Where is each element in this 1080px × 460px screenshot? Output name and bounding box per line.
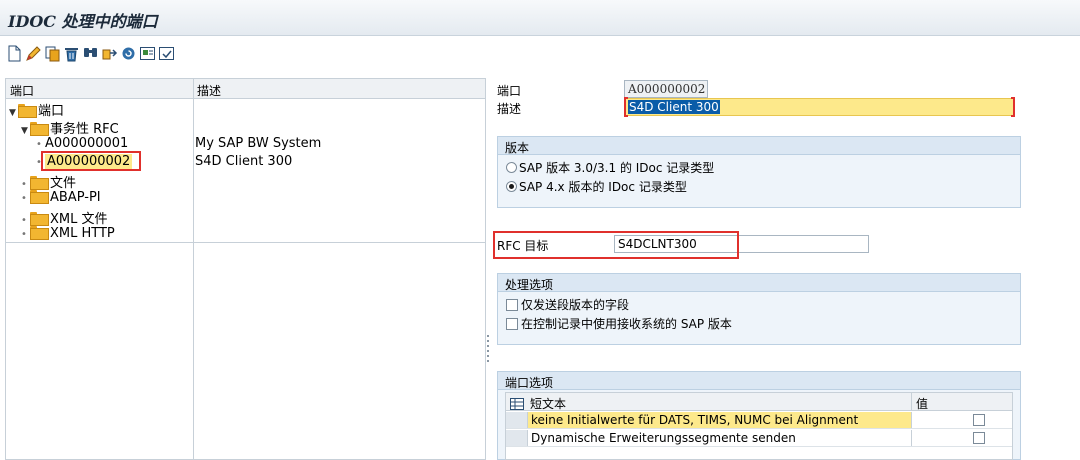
tree-node-ports-root[interactable]: ▼ 端口 — [9, 100, 64, 119]
checkbox-segment-version[interactable] — [506, 299, 518, 311]
row-short-text: Dynamische Erweiterungssegmente senden — [531, 431, 796, 445]
checkbox-receiver-version[interactable] — [506, 318, 518, 330]
tree-node-port-a000000001[interactable]: • A000000001 My SAP BW System — [36, 136, 486, 154]
tree-node-xml-file[interactable]: • XML 文件 — [21, 208, 108, 227]
leaf-bullet-icon: • — [21, 193, 27, 204]
select-all-icon[interactable] — [510, 398, 524, 410]
version-group-header: 版本 — [498, 137, 1020, 155]
folder-icon — [30, 212, 49, 226]
port-description: S4D Client 300 — [195, 154, 293, 169]
check-icon[interactable] — [158, 45, 175, 62]
version-option-3x[interactable]: SAP 版本 3.0/3.1 的 IDoc 记录类型 — [506, 159, 714, 176]
edit-icon[interactable] — [25, 45, 42, 62]
tree-node-transactional-rfc[interactable]: ▼ 事务性 RFC — [21, 118, 119, 137]
column-header-short-text[interactable]: 短文本 — [506, 393, 911, 411]
leaf-bullet-icon: • — [21, 179, 27, 190]
find-icon[interactable] — [82, 45, 99, 62]
page-title: IDOC 处理中的端口 — [8, 12, 158, 31]
rfc-destination-field[interactable]: S4DCLNT300 — [614, 235, 869, 253]
row-selector[interactable] — [506, 412, 528, 428]
title-bar: IDOC 处理中的端口 — [0, 0, 1080, 36]
leaf-bullet-icon: • — [21, 229, 27, 240]
delete-icon[interactable] — [63, 45, 80, 62]
leaf-bullet-icon: • — [36, 157, 42, 168]
test-icon[interactable] — [139, 45, 156, 62]
port-options-table: 短文本 值 keine Initialwerte für DATS, TIMS,… — [505, 392, 1013, 460]
new-icon[interactable] — [6, 45, 23, 62]
radio-button-4x[interactable] — [506, 181, 517, 192]
toolbar — [0, 37, 1080, 71]
row-value-checkbox[interactable] — [973, 432, 985, 444]
folder-icon — [30, 190, 49, 204]
tree-node-file[interactable]: • 文件 — [21, 172, 76, 191]
leaf-bullet-icon: • — [36, 139, 42, 150]
expand-arrow-icon[interactable]: ▼ — [21, 126, 30, 136]
radio-button-3x[interactable] — [506, 162, 517, 173]
column-header-port[interactable]: 端口 — [10, 82, 34, 99]
port-tree-panel: 端口 描述 ▼ 端口 ▼ 事务性 RFC • A000000001 My SAP BW… — [5, 78, 486, 460]
pane-splitter[interactable] — [487, 335, 490, 365]
tree-node-abap-pi[interactable]: • ABAP-PI — [21, 190, 101, 208]
column-header-value[interactable]: 值 — [911, 393, 1012, 411]
tree-bottom-divider — [6, 242, 485, 243]
processing-options-header: 处理选项 — [498, 274, 1020, 292]
column-header-description[interactable]: 描述 — [197, 82, 221, 99]
port-options-header: 端口选项 — [498, 372, 1020, 390]
port-description: My SAP BW System — [195, 136, 322, 151]
processing-option-receiver-version[interactable]: 在控制记录中使用接收系统的 SAP 版本 — [506, 315, 732, 332]
row-value-checkbox[interactable] — [973, 414, 985, 426]
description-label: 描述 — [497, 102, 522, 116]
table-row[interactable]: keine Initialwerte für DATS, TIMS, NUMC … — [506, 412, 1012, 429]
focus-bracket-left — [624, 97, 628, 117]
tree-node-port-a000000002[interactable]: • A000000002 S4D Client 300 — [36, 154, 486, 172]
version-option-4x[interactable]: SAP 4.x 版本的 IDoc 记录类型 — [506, 178, 687, 195]
transfer-icon[interactable] — [101, 45, 118, 62]
leaf-bullet-icon: • — [21, 215, 27, 226]
row-value-cell — [911, 430, 1012, 446]
row-selector[interactable] — [506, 430, 528, 446]
expand-arrow-icon[interactable]: ▼ — [9, 108, 18, 118]
folder-open-icon — [18, 104, 37, 118]
row-value-cell — [911, 412, 1012, 428]
port-label: 端口 — [497, 84, 522, 98]
table-row[interactable]: Dynamische Erweiterungssegmente senden — [506, 430, 1012, 447]
row-short-text: keine Initialwerte für DATS, TIMS, NUMC … — [531, 413, 859, 427]
version-group: 版本 SAP 版本 3.0/3.1 的 IDoc 记录类型 SAP 4.x 版本… — [497, 136, 1021, 208]
folder-icon — [30, 226, 49, 240]
processing-options-group: 处理选项 仅发送段版本的字段 在控制记录中使用接收系统的 SAP 版本 — [497, 273, 1021, 345]
description-field[interactable]: S4D Client 300 — [624, 98, 1015, 116]
rfc-destination-label: RFC 目标 — [497, 239, 549, 253]
focus-bracket-right — [1011, 97, 1015, 117]
tree-header: 端口 描述 — [6, 79, 485, 99]
folder-open-icon — [30, 122, 49, 136]
folder-icon — [30, 176, 49, 190]
port-field: A000000002 — [624, 80, 708, 98]
refresh-icon[interactable] — [120, 45, 137, 62]
processing-option-segment-version[interactable]: 仅发送段版本的字段 — [506, 296, 629, 313]
copy-icon[interactable] — [44, 45, 61, 62]
